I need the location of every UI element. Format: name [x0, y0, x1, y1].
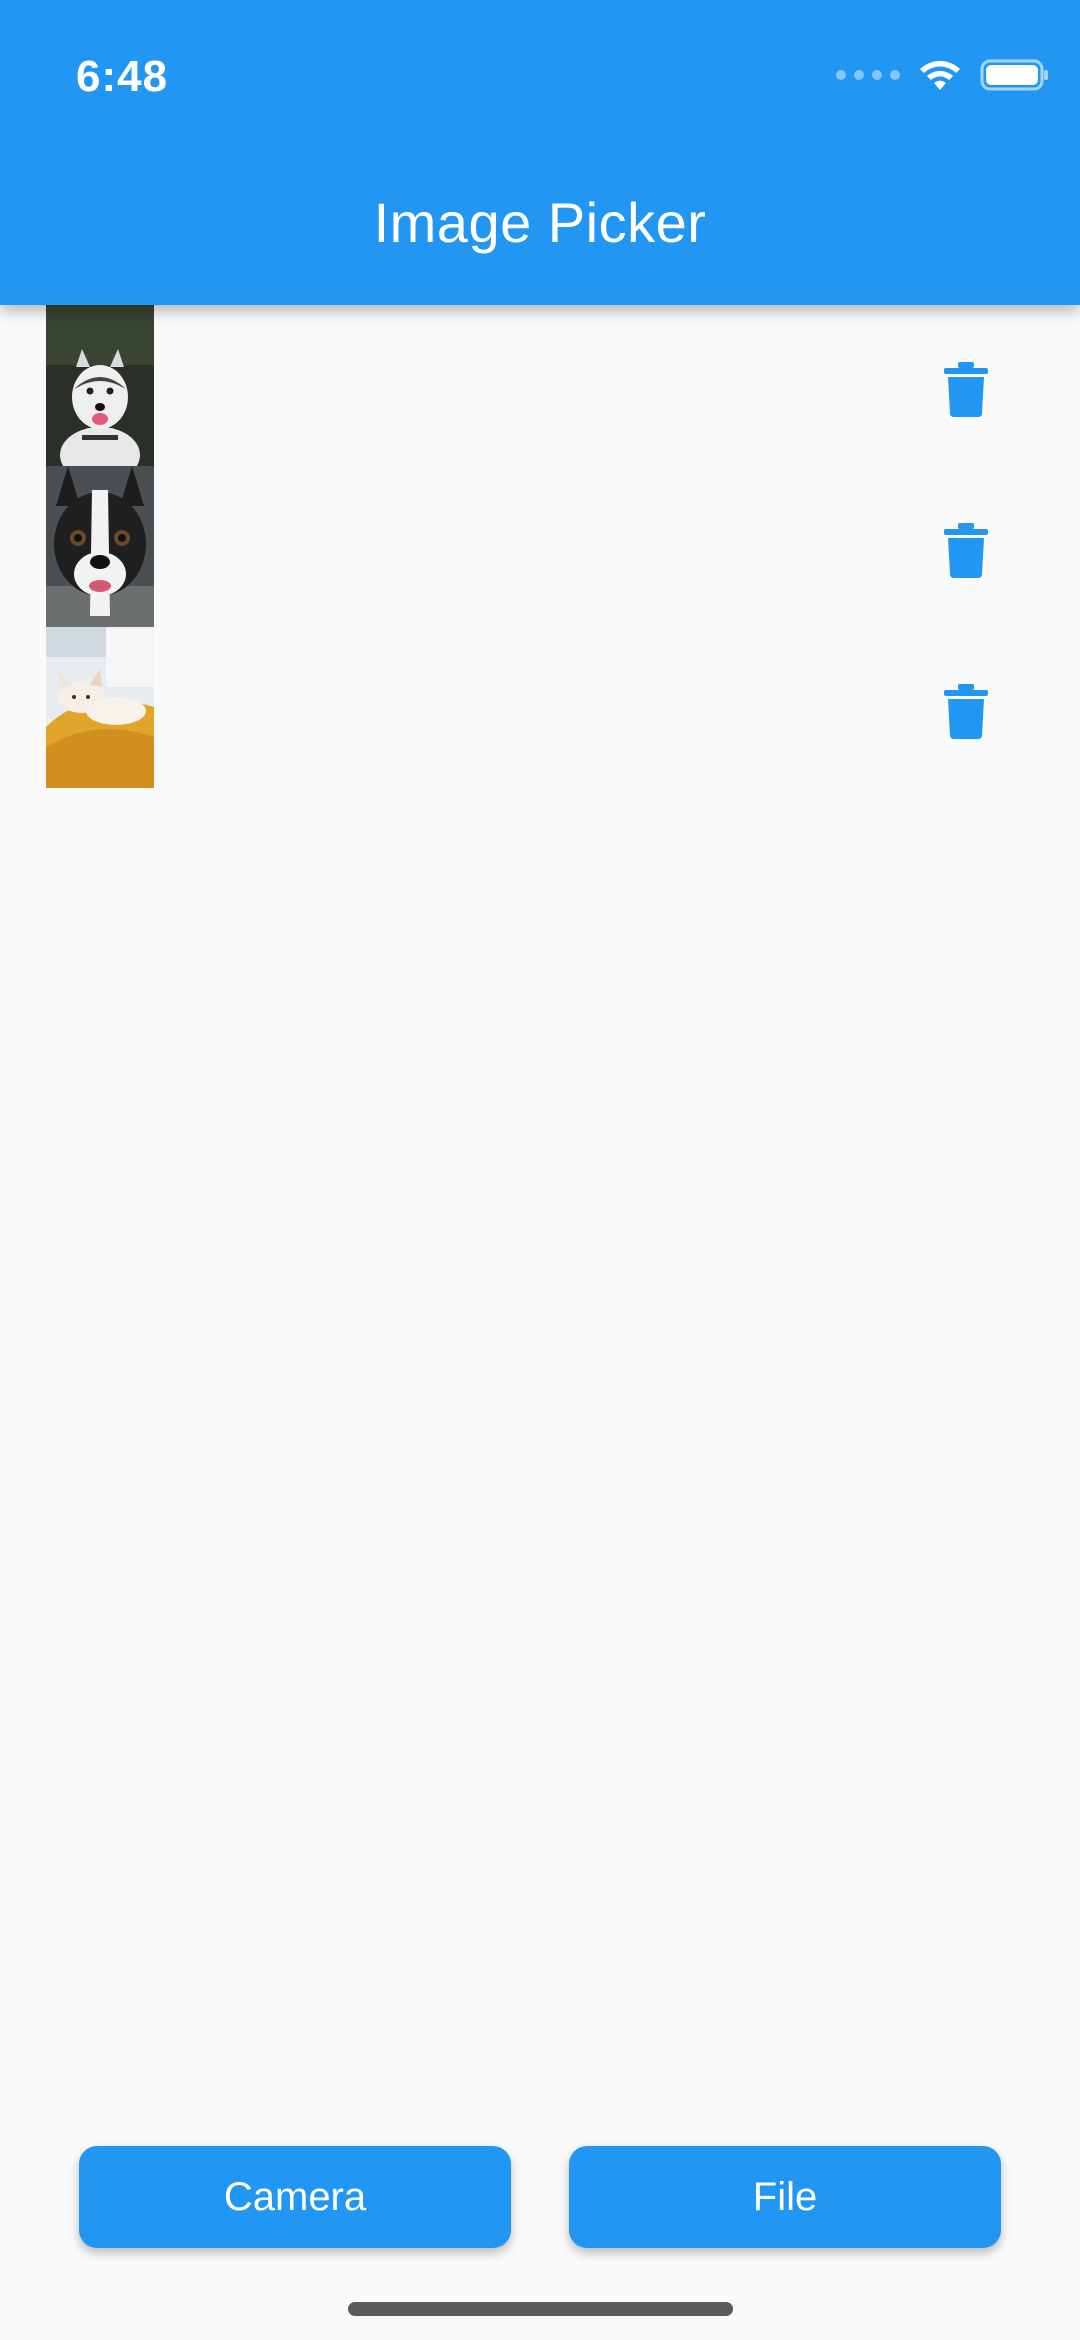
trash-icon[interactable] — [936, 677, 996, 739]
list-item — [0, 627, 1080, 788]
trash-icon[interactable] — [936, 516, 996, 578]
screen: 6:48 Image Picker Camera File — [0, 0, 1080, 2340]
image-list — [0, 305, 1080, 788]
status-icons — [836, 58, 1050, 92]
battery-icon — [980, 59, 1048, 91]
list-item — [0, 466, 1080, 627]
list-item — [0, 305, 1080, 466]
dog-thumbnail-chihuahua[interactable] — [46, 627, 154, 788]
dog-thumbnail-husky[interactable] — [46, 305, 154, 466]
camera-button[interactable]: Camera — [79, 2146, 511, 2248]
app-bar: 6:48 Image Picker — [0, 0, 1080, 305]
wifi-icon — [920, 61, 960, 90]
status-time: 6:48 — [76, 52, 169, 101]
page-title: Image Picker — [373, 191, 707, 254]
signal-dots-icon — [836, 70, 900, 80]
file-button[interactable]: File — [569, 2146, 1001, 2248]
dog-thumbnail-boston-terrier[interactable] — [46, 466, 154, 627]
trash-icon[interactable] — [936, 355, 996, 417]
home-indicator[interactable] — [348, 2302, 733, 2316]
